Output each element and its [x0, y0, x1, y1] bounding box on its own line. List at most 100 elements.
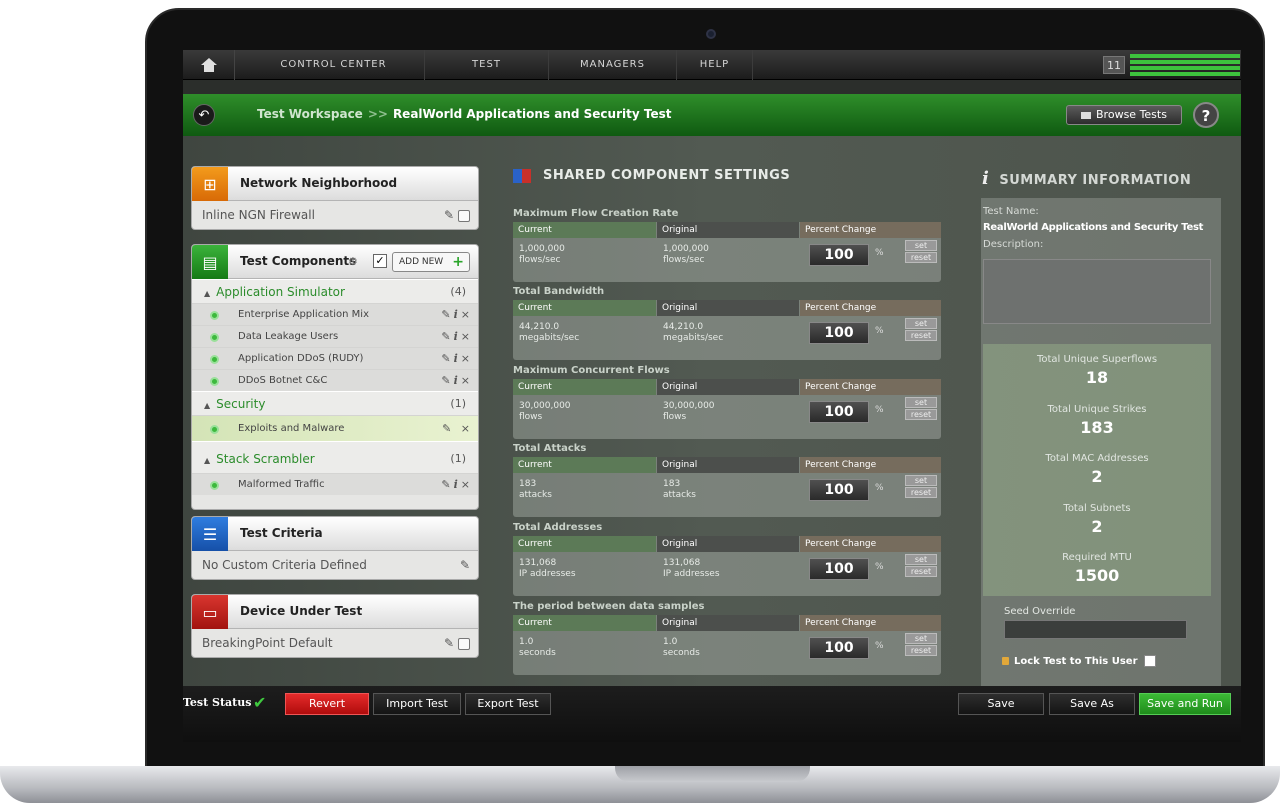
- close-icon[interactable]: ×: [461, 352, 470, 365]
- edit-icon[interactable]: ✎: [441, 352, 450, 365]
- revert-button[interactable]: Revert: [285, 693, 369, 715]
- import-test-button[interactable]: Import Test: [373, 693, 461, 715]
- set-button[interactable]: set: [905, 397, 937, 408]
- percent-input[interactable]: 100: [809, 244, 869, 266]
- setting-block: Total Bandwidth Current Original Percent…: [513, 286, 941, 360]
- percent-input[interactable]: 100: [809, 401, 869, 423]
- percent-sign: %: [875, 562, 884, 572]
- item-label: DDoS Botnet C&C: [238, 375, 328, 386]
- options-icon[interactable]: [458, 209, 470, 222]
- workspace-main: ⊞ Network Neighborhood Inline NGN Firewa…: [183, 136, 1241, 686]
- info-icon: i: [982, 168, 990, 189]
- export-test-button[interactable]: Export Test: [465, 693, 551, 715]
- reset-button[interactable]: reset: [905, 645, 937, 656]
- save-as-button[interactable]: Save As: [1049, 693, 1135, 715]
- network-value-row[interactable]: Inline NGN Firewall ✎: [192, 201, 478, 229]
- info-icon[interactable]: i: [454, 352, 458, 365]
- reset-button[interactable]: reset: [905, 409, 937, 420]
- network-value: Inline NGN Firewall: [202, 208, 315, 222]
- setting-label: Total Addresses: [513, 522, 603, 533]
- set-button[interactable]: set: [905, 240, 937, 251]
- close-icon[interactable]: ×: [461, 374, 470, 387]
- gear-icon[interactable]: ⚙: [348, 255, 358, 268]
- set-button[interactable]: set: [905, 475, 937, 486]
- info-icon[interactable]: i: [454, 374, 458, 387]
- info-icon[interactable]: i: [454, 308, 458, 321]
- seed-override-input[interactable]: [1004, 620, 1187, 639]
- row-actions: ✎ ×: [442, 416, 470, 442]
- nav-control-center[interactable]: CONTROL CENTER: [243, 50, 425, 80]
- set-reset-controls: set reset: [905, 554, 937, 578]
- set-reset-controls: set reset: [905, 397, 937, 421]
- group-name: Application Simulator: [216, 285, 345, 299]
- browse-tests-button[interactable]: Browse Tests: [1066, 105, 1182, 125]
- network-title: Network Neighborhood: [240, 176, 398, 190]
- percent-sign: %: [875, 483, 884, 493]
- description-field[interactable]: [983, 259, 1211, 324]
- add-new-button[interactable]: ADD NEW +: [392, 252, 470, 272]
- back-button[interactable]: ↶: [193, 104, 215, 126]
- list-item[interactable]: Malformed Traffic ✎ i ×: [192, 473, 478, 495]
- info-icon[interactable]: i: [454, 330, 458, 343]
- set-button[interactable]: set: [905, 554, 937, 565]
- edit-icon[interactable]: ✎: [460, 558, 470, 572]
- edit-icon[interactable]: ✎: [444, 636, 454, 650]
- close-icon[interactable]: ×: [461, 422, 470, 435]
- list-item[interactable]: Application DDoS (RUDY) ✎ i ×: [192, 347, 478, 369]
- list-item[interactable]: Exploits and Malware ✎ ×: [192, 415, 478, 441]
- edit-icon[interactable]: ✎: [441, 478, 450, 491]
- shared-settings-title: SHARED COMPONENT SETTINGS: [513, 168, 790, 183]
- nav-test[interactable]: TEST: [425, 50, 549, 80]
- criteria-value-row[interactable]: No Custom Criteria Defined ✎: [192, 551, 478, 579]
- reset-button[interactable]: reset: [905, 566, 937, 577]
- group-stack-scrambler[interactable]: ▲ Stack Scrambler (1): [192, 441, 478, 473]
- network-row-icons: ✎: [444, 201, 470, 229]
- dut-value-row[interactable]: BreakingPoint Default ✎: [192, 629, 478, 657]
- percent-input[interactable]: 100: [809, 558, 869, 580]
- set-button[interactable]: set: [905, 318, 937, 329]
- col-current: Current: [513, 379, 656, 395]
- select-all-checkbox[interactable]: ✓: [373, 254, 387, 268]
- nav-managers[interactable]: MANAGERS: [549, 50, 677, 80]
- info-icon[interactable]: i: [454, 478, 458, 491]
- status-dot-icon: [210, 333, 219, 342]
- test-status-label: Test Status: [183, 696, 252, 709]
- nav-help[interactable]: HELP: [677, 50, 753, 80]
- reset-button[interactable]: reset: [905, 252, 937, 263]
- options-icon[interactable]: [458, 637, 470, 650]
- close-icon[interactable]: ×: [461, 330, 470, 343]
- stat-mac-addresses: Total MAC Addresses 2: [1045, 453, 1149, 486]
- lock-checkbox[interactable]: [1143, 655, 1156, 667]
- setting-row: Current Original Percent Change 1.0 secon…: [513, 615, 941, 675]
- current-value: 30,000,000 flows: [519, 401, 571, 422]
- edit-icon[interactable]: ✎: [441, 374, 450, 387]
- list-item[interactable]: Data Leakage Users ✎ i ×: [192, 325, 478, 347]
- save-and-run-button[interactable]: Save and Run: [1139, 693, 1231, 715]
- help-button[interactable]: ?: [1193, 102, 1219, 128]
- edit-icon[interactable]: ✎: [441, 330, 450, 343]
- edit-icon[interactable]: ✎: [441, 308, 450, 321]
- close-icon[interactable]: ×: [461, 478, 470, 491]
- list-item[interactable]: DDoS Botnet C&C ✎ i ×: [192, 369, 478, 391]
- breadcrumb-root[interactable]: Test Workspace: [257, 107, 363, 121]
- group-application-simulator[interactable]: ▲ Application Simulator (4): [192, 279, 478, 303]
- group-security[interactable]: ▲ Security (1): [192, 391, 478, 415]
- reset-button[interactable]: reset: [905, 487, 937, 498]
- save-button[interactable]: Save: [958, 693, 1044, 715]
- browse-tests-label: Browse Tests: [1096, 108, 1167, 121]
- percent-input[interactable]: 100: [809, 637, 869, 659]
- set-button[interactable]: set: [905, 633, 937, 644]
- setting-row: Current Original Percent Change 131,068 I…: [513, 536, 941, 596]
- edit-icon[interactable]: ✎: [444, 208, 454, 222]
- row-actions: ✎ i ×: [441, 474, 470, 496]
- current-value: 1.0 seconds: [519, 637, 556, 658]
- setting-label: Total Attacks: [513, 443, 587, 454]
- percent-input[interactable]: 100: [809, 479, 869, 501]
- reset-button[interactable]: reset: [905, 330, 937, 341]
- setting-row: Current Original Percent Change 44,210.0…: [513, 300, 941, 360]
- edit-icon[interactable]: ✎: [442, 422, 451, 435]
- home-button[interactable]: [183, 50, 235, 80]
- list-item[interactable]: Enterprise Application Mix ✎ i ×: [192, 303, 478, 325]
- percent-input[interactable]: 100: [809, 322, 869, 344]
- close-icon[interactable]: ×: [461, 308, 470, 321]
